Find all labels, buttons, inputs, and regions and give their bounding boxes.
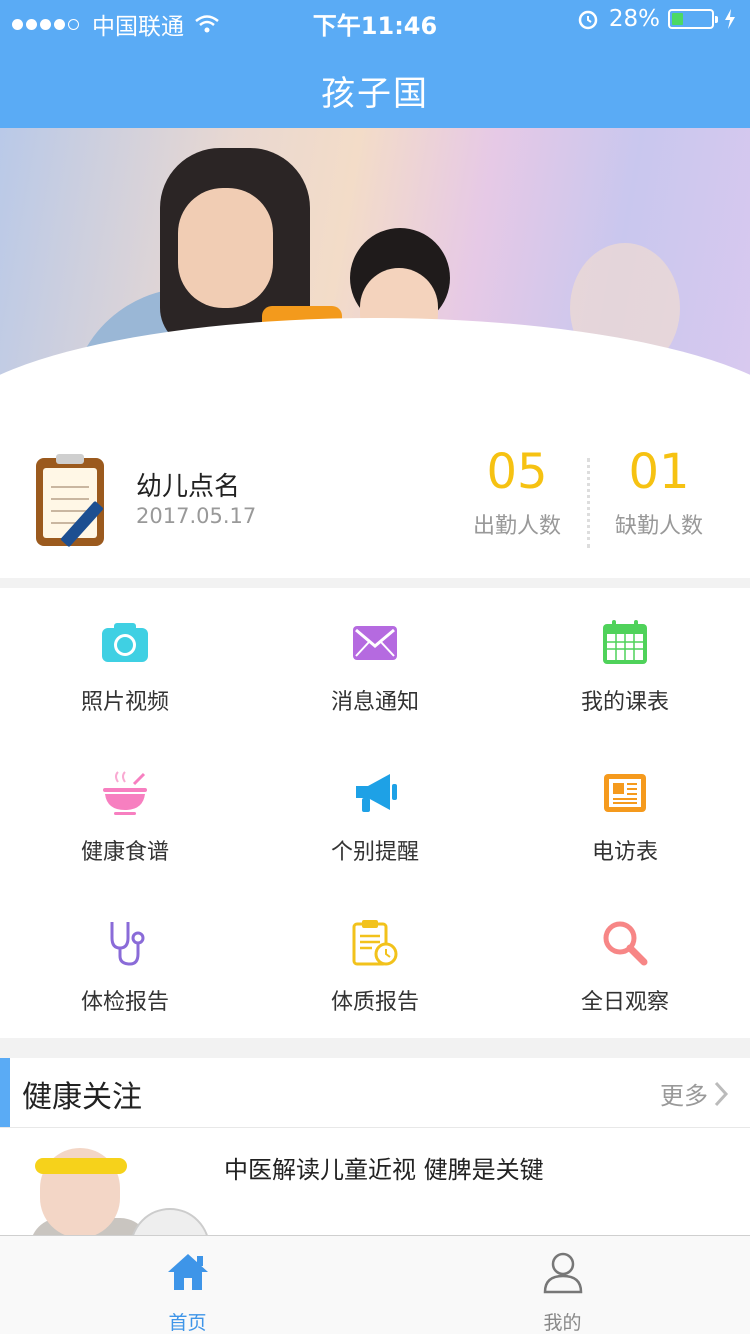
calendar-icon <box>603 620 647 664</box>
menu-item-label: 健康食谱 <box>80 840 169 865</box>
menu-item-messages[interactable]: 消息通知 <box>250 588 500 738</box>
menu-item-label: 我的课表 <box>580 690 669 715</box>
tab-label: 首页 <box>168 1312 207 1334</box>
menu-item-label: 电访表 <box>591 840 658 865</box>
status-bar: 中国联通 下午11:46 28% <box>0 0 750 40</box>
present-label: 出勤人数 <box>472 514 561 539</box>
article-thumbnail[interactable] <box>30 1148 210 1236</box>
present-count: 05 <box>486 444 548 500</box>
tab-home[interactable]: 首页 <box>0 1236 375 1334</box>
megaphone-icon <box>356 774 397 812</box>
section-accent-bar <box>0 1058 10 1128</box>
health-section: 健康关注 更多 中医解读儿童近视 健脾是关键 <box>0 1058 750 1236</box>
tab-profile[interactable]: 我的 <box>375 1236 750 1334</box>
home-icon <box>168 1254 208 1290</box>
charging-icon <box>725 9 735 29</box>
menu-item-label: 体质报告 <box>330 990 419 1015</box>
menu-item-label: 全日观察 <box>580 990 669 1015</box>
menu-item-label: 照片视频 <box>80 690 169 715</box>
stethoscope-icon <box>110 922 145 966</box>
menu-item-checkup-report[interactable]: 体检报告 <box>0 888 250 1038</box>
more-link[interactable]: 更多 <box>660 1076 730 1111</box>
bowl-icon <box>103 771 147 815</box>
status-right: 28% <box>577 6 736 32</box>
absent-stat: 01 缺勤人数 <box>594 444 724 540</box>
menu-item-label: 消息通知 <box>330 690 419 715</box>
menu-item-constitution-report[interactable]: 体质报告 <box>250 888 500 1038</box>
magnifier-icon <box>603 921 648 966</box>
banner-image[interactable] <box>0 128 750 428</box>
tab-label: 我的 <box>543 1312 582 1334</box>
menu-item-reminders[interactable]: 个别提醒 <box>250 738 500 888</box>
menu-item-label: 体检报告 <box>80 990 169 1015</box>
article-title[interactable]: 中医解读儿童近视 健脾是关键 <box>224 1150 544 1185</box>
feature-grid: 照片视频 消息通知 我的课表 健康食谱 个别提醒 电访表 体检报告 体质报告 全… <box>0 588 750 1038</box>
attendance-card[interactable]: 幼儿点名 2017.05.17 05 出勤人数 01 缺勤人数 <box>0 428 750 578</box>
menu-item-schedule[interactable]: 我的课表 <box>500 588 750 738</box>
menu-item-label: 个别提醒 <box>330 840 419 865</box>
page-title: 孩子国 <box>321 74 429 114</box>
menu-item-photo-video[interactable]: 照片视频 <box>0 588 250 738</box>
more-label: 更多 <box>660 1082 708 1110</box>
menu-item-visit-form[interactable]: 电访表 <box>500 738 750 888</box>
absent-count: 01 <box>628 444 690 500</box>
menu-item-recipes[interactable]: 健康食谱 <box>0 738 250 888</box>
newspaper-icon <box>604 774 646 812</box>
battery-percent: 28% <box>608 6 660 32</box>
top-bar: 中国联通 下午11:46 28% 孩子国 <box>0 0 750 128</box>
alarm-icon <box>578 10 598 30</box>
battery-icon <box>668 9 718 29</box>
menu-item-daily-observation[interactable]: 全日观察 <box>500 888 750 1038</box>
attendance-title: 幼儿点名 <box>136 472 241 502</box>
present-stat: 05 出勤人数 <box>452 444 582 540</box>
stat-divider <box>587 458 590 548</box>
attendance-date: 2017.05.17 <box>136 504 257 528</box>
clipboard-icon <box>36 454 104 548</box>
report-clock-icon <box>352 920 398 966</box>
camera-icon <box>102 623 148 662</box>
chevron-right-icon <box>714 1081 729 1106</box>
section-divider <box>0 1127 750 1128</box>
section-title: 健康关注 <box>22 1080 142 1115</box>
envelope-icon <box>353 626 397 660</box>
absent-label: 缺勤人数 <box>614 514 703 539</box>
bottom-tab-bar: 首页 我的 <box>0 1235 750 1334</box>
person-icon <box>543 1252 583 1294</box>
